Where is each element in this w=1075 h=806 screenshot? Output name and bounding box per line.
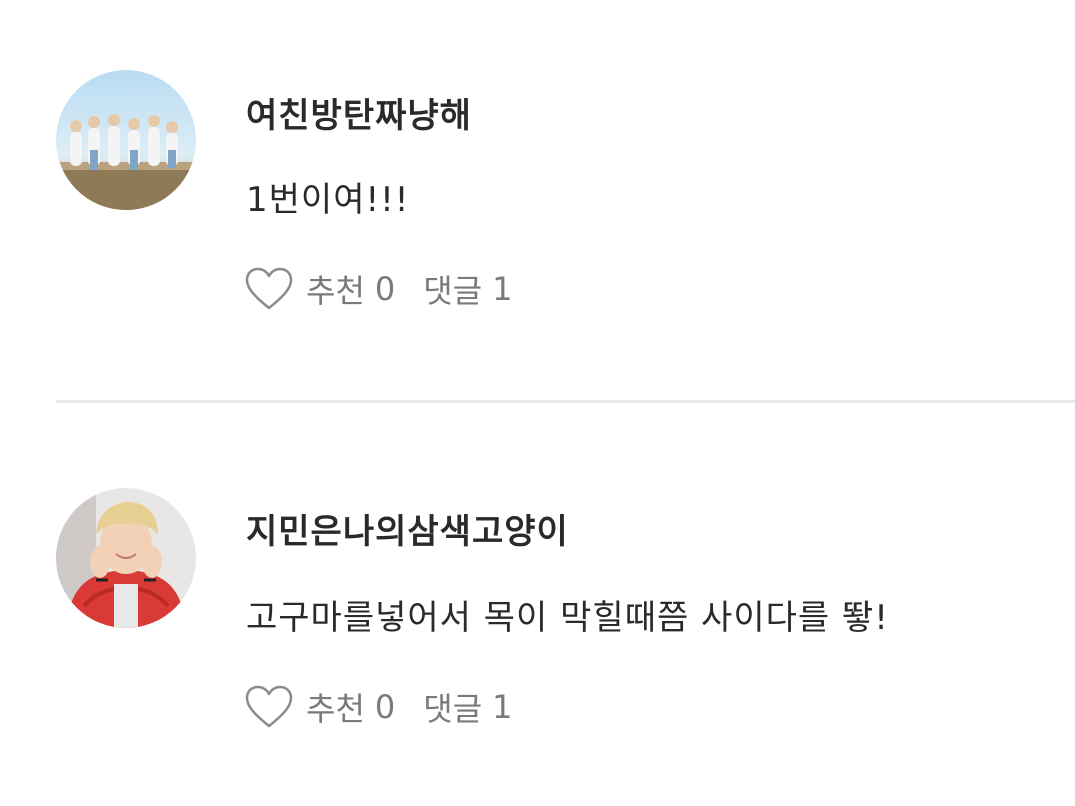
comment-actions: 추천 0 댓글 1 <box>244 682 513 732</box>
comment-text: 고구마를넣어서 목이 막힐때쯤 사이다를 뙇! <box>246 598 889 638</box>
divider <box>56 400 1075 403</box>
like-label: 추천 <box>306 272 365 310</box>
avatar[interactable] <box>56 488 196 628</box>
avatar-image-person <box>56 488 196 628</box>
like-label: 추천 <box>306 690 365 728</box>
avatar[interactable] <box>56 70 196 210</box>
reply-button[interactable]: 댓글 1 <box>423 266 512 312</box>
avatar-image-group-photo <box>56 70 196 210</box>
comment-item: 여친방탄짜냥해 1번이여!!! 추천 0 댓글 1 <box>0 0 1075 402</box>
reply-label: 댓글 <box>423 690 483 728</box>
reply-label: 댓글 <box>423 272 483 310</box>
like-button[interactable]: 추천 0 <box>244 684 395 730</box>
username[interactable]: 여친방탄짜냥해 <box>246 88 472 137</box>
comment-item: 지민은나의삼색고양이 고구마를넣어서 목이 막힐때쯤 사이다를 뙇! 추천 0 … <box>0 404 1075 806</box>
username[interactable]: 지민은나의삼색고양이 <box>246 504 569 553</box>
like-count: 0 <box>374 270 396 308</box>
like-button[interactable]: 추천 0 <box>244 266 395 312</box>
heart-outline-icon <box>245 685 293 728</box>
reply-count: 1 <box>492 688 513 726</box>
reply-count: 1 <box>492 270 513 308</box>
like-count: 0 <box>374 688 396 726</box>
reply-button[interactable]: 댓글 1 <box>423 684 512 730</box>
comment-actions: 추천 0 댓글 1 <box>244 264 513 314</box>
comment-text: 1번이여!!! <box>246 180 410 220</box>
heart-outline-icon <box>245 267 293 310</box>
